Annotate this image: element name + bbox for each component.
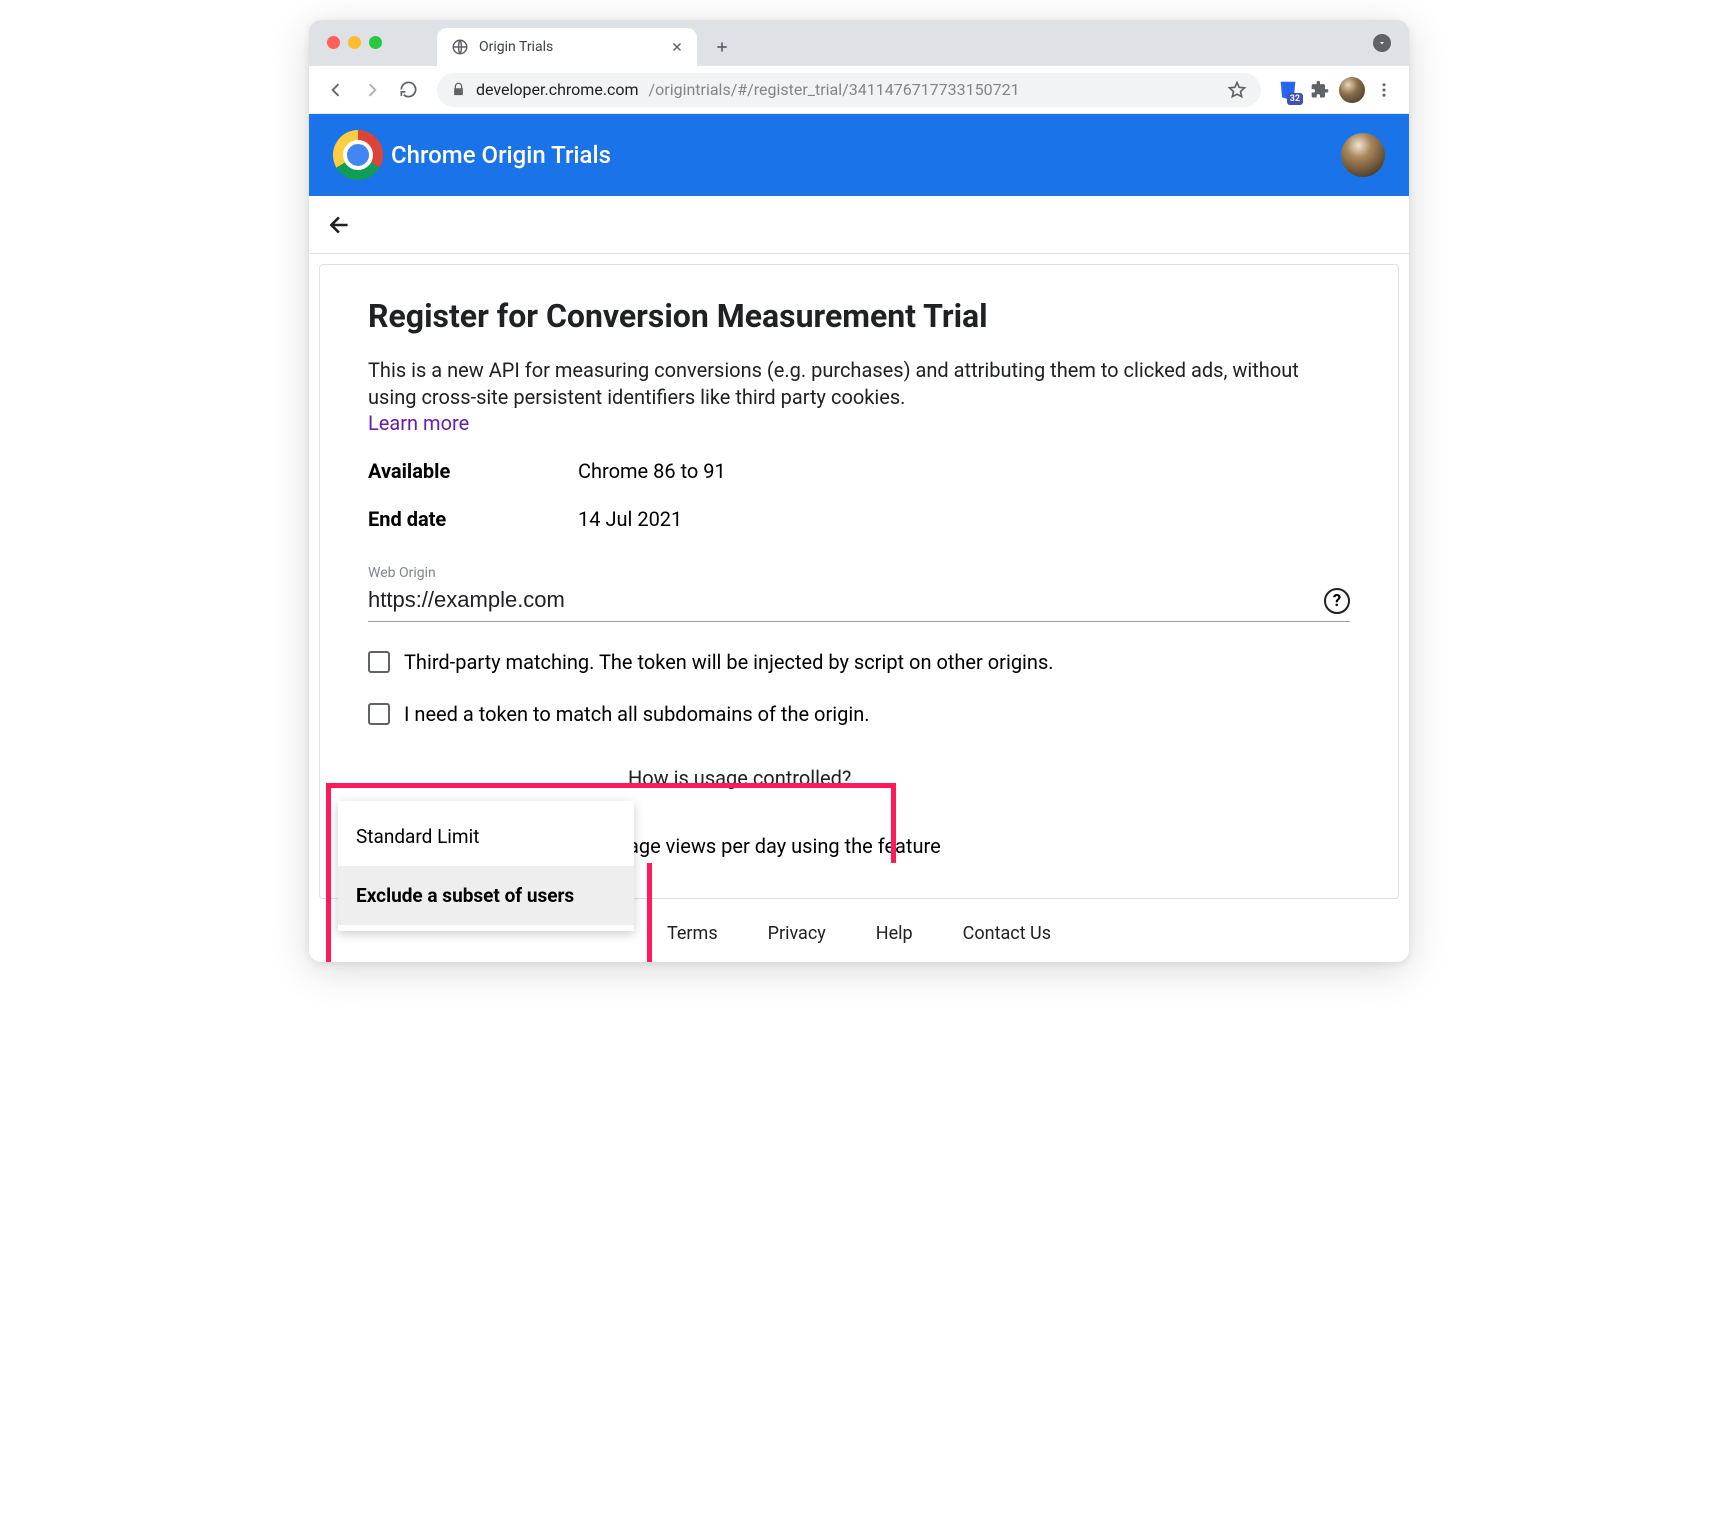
end-date-label: End date <box>368 507 578 531</box>
subdomains-checkbox-row[interactable]: I need a token to match all subdomains o… <box>368 702 1350 726</box>
app-profile-avatar[interactable] <box>1341 133 1385 177</box>
minimize-window-button[interactable] <box>348 36 361 49</box>
back-row <box>309 196 1409 254</box>
help-icon[interactable]: ? <box>1324 588 1350 614</box>
available-value: Chrome 86 to 91 <box>578 459 726 483</box>
learn-more-link[interactable]: Learn more <box>368 411 1350 435</box>
app-header: Chrome Origin Trials <box>309 114 1409 196</box>
url-host: developer.chrome.com <box>476 80 639 99</box>
dropdown-option-exclude[interactable]: Exclude a subset of users <box>338 866 634 925</box>
web-origin-field: Web Origin ? <box>368 565 1350 622</box>
checkbox-icon[interactable] <box>368 651 390 673</box>
chrome-logo-icon <box>333 130 383 180</box>
tab-strip: Origin Trials <box>309 20 1409 66</box>
footer-contact-link[interactable]: Contact Us <box>963 923 1051 944</box>
usage-controlled-link[interactable]: How is usage controlled? <box>368 766 1350 790</box>
browser-toolbar: developer.chrome.com/origintrials/#/regi… <box>309 66 1409 114</box>
extension-badge: 32 <box>1287 93 1303 105</box>
extensions-puzzle-icon[interactable] <box>1307 77 1333 103</box>
new-tab-button[interactable] <box>707 32 737 62</box>
window-controls <box>327 36 382 49</box>
bookmark-star-icon[interactable] <box>1227 80 1247 100</box>
web-origin-label: Web Origin <box>368 565 1350 581</box>
page-title: Register for Conversion Measurement Tria… <box>368 297 1350 335</box>
third-party-checkbox-row[interactable]: Third-party matching. The token will be … <box>368 650 1350 674</box>
extension-css-icon[interactable]: 32 <box>1275 77 1301 103</box>
third-party-checkbox-label: Third-party matching. The token will be … <box>404 650 1054 674</box>
maximize-window-button[interactable] <box>369 36 382 49</box>
back-button[interactable] <box>321 75 351 105</box>
url-path: /origintrials/#/register_trial/341147671… <box>649 80 1020 99</box>
footer-terms-link[interactable]: Terms <box>667 923 718 944</box>
subdomains-checkbox-label: I need a token to match all subdomains o… <box>404 702 870 726</box>
footer-help-link[interactable]: Help <box>876 923 913 944</box>
available-label: Available <box>368 459 578 483</box>
forward-button[interactable] <box>357 75 387 105</box>
usage-restriction-dropdown: Standard Limit Exclude a subset of users <box>338 801 634 931</box>
address-bar[interactable]: developer.chrome.com/origintrials/#/regi… <box>437 73 1261 107</box>
lock-icon <box>451 82 466 97</box>
page-description: This is a new API for measuring conversi… <box>368 357 1350 411</box>
app-title: Chrome Origin Trials <box>391 141 611 169</box>
web-origin-input[interactable] <box>368 581 1350 622</box>
checkbox-icon[interactable] <box>368 703 390 725</box>
tab-title: Origin Trials <box>479 39 553 55</box>
browser-tab[interactable]: Origin Trials <box>437 28 697 66</box>
dropdown-option-standard[interactable]: Standard Limit <box>338 807 634 866</box>
page-back-button[interactable] <box>327 212 353 238</box>
profile-avatar[interactable] <box>1339 77 1365 103</box>
tab-overflow-button[interactable] <box>1373 34 1391 52</box>
reload-button[interactable] <box>393 75 423 105</box>
browser-window: Origin Trials developer.chrome.com/origi… <box>309 20 1409 962</box>
footer-privacy-link[interactable]: Privacy <box>768 923 826 944</box>
registration-card: Register for Conversion Measurement Tria… <box>319 264 1399 899</box>
close-window-button[interactable] <box>327 36 340 49</box>
globe-icon <box>451 38 469 56</box>
end-date-value: 14 Jul 2021 <box>578 507 682 531</box>
close-tab-icon[interactable] <box>669 39 685 55</box>
browser-menu-button[interactable] <box>1371 77 1397 103</box>
